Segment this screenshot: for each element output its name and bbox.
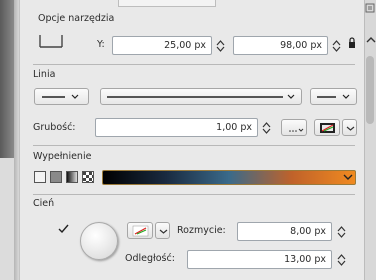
shadow-direction-dial[interactable]	[80, 222, 118, 260]
blur-input[interactable]: 8,00 px	[237, 222, 332, 241]
dash-options-icon	[289, 128, 304, 132]
line-start-preview-icon	[42, 94, 79, 99]
color-picker-icon	[132, 225, 149, 237]
y-input[interactable]: 25,00 px	[112, 36, 212, 55]
y-label: Y:	[97, 39, 105, 50]
separator	[33, 194, 355, 195]
fill-none-button[interactable]	[34, 171, 46, 183]
blur-spinner[interactable]	[336, 222, 346, 241]
blur-label: Rozmycie:	[177, 225, 226, 236]
line-title: Linia	[33, 69, 56, 80]
lock-icon[interactable]	[347, 37, 357, 49]
distance-input[interactable]: 13,00 px	[187, 250, 332, 269]
fill-pattern-button[interactable]	[82, 171, 94, 183]
panel-tab-edge	[118, 0, 216, 7]
chevron-down-icon	[159, 229, 168, 234]
second-spinner[interactable]	[331, 36, 341, 55]
fill-gradient-button[interactable]	[66, 171, 78, 183]
panel-menu-icon[interactable]	[365, 3, 375, 13]
thickness-input[interactable]: 1,00 px	[95, 118, 258, 137]
line-options-button[interactable]	[281, 119, 307, 136]
fill-title: Wypełnienie	[33, 151, 92, 162]
line-end-preview-icon	[317, 94, 350, 99]
separator	[33, 145, 355, 146]
fill-solid-gray-button[interactable]	[50, 171, 62, 183]
position-anchor-icon[interactable]	[35, 33, 67, 51]
line-style-combo[interactable]	[100, 88, 302, 105]
y-spinner[interactable]	[215, 36, 225, 55]
shadow-title: Cień	[33, 198, 55, 209]
distance-spinner[interactable]	[336, 250, 346, 269]
collapse-up-icon[interactable]	[366, 36, 376, 44]
color-picker-icon	[320, 123, 335, 133]
shadow-color-dropdown[interactable]	[155, 222, 170, 239]
line-end-combo[interactable]	[310, 88, 357, 105]
gradient-dropdown-icon[interactable]	[343, 173, 353, 181]
separator	[33, 64, 355, 65]
fill-gradient-preview[interactable]	[102, 170, 356, 185]
scrollbar-thumb[interactable]	[366, 56, 374, 124]
shadow-color-button[interactable]	[127, 222, 153, 239]
line-start-combo[interactable]	[34, 88, 89, 105]
second-input[interactable]: 98,00 px	[233, 36, 328, 55]
line-color-dropdown[interactable]	[342, 119, 357, 136]
line-color-button[interactable]	[314, 119, 340, 136]
shadow-check-icon[interactable]	[58, 224, 69, 234]
line-style-preview-icon	[107, 94, 295, 99]
thickness-spinner[interactable]	[261, 118, 271, 137]
distance-label: Odległość:	[125, 253, 175, 264]
tool-options-title: Opcje narzędzia	[38, 13, 115, 24]
window-edge-shadow	[0, 0, 14, 158]
thickness-label: Grubość:	[33, 122, 76, 133]
chevron-down-icon	[346, 126, 355, 131]
